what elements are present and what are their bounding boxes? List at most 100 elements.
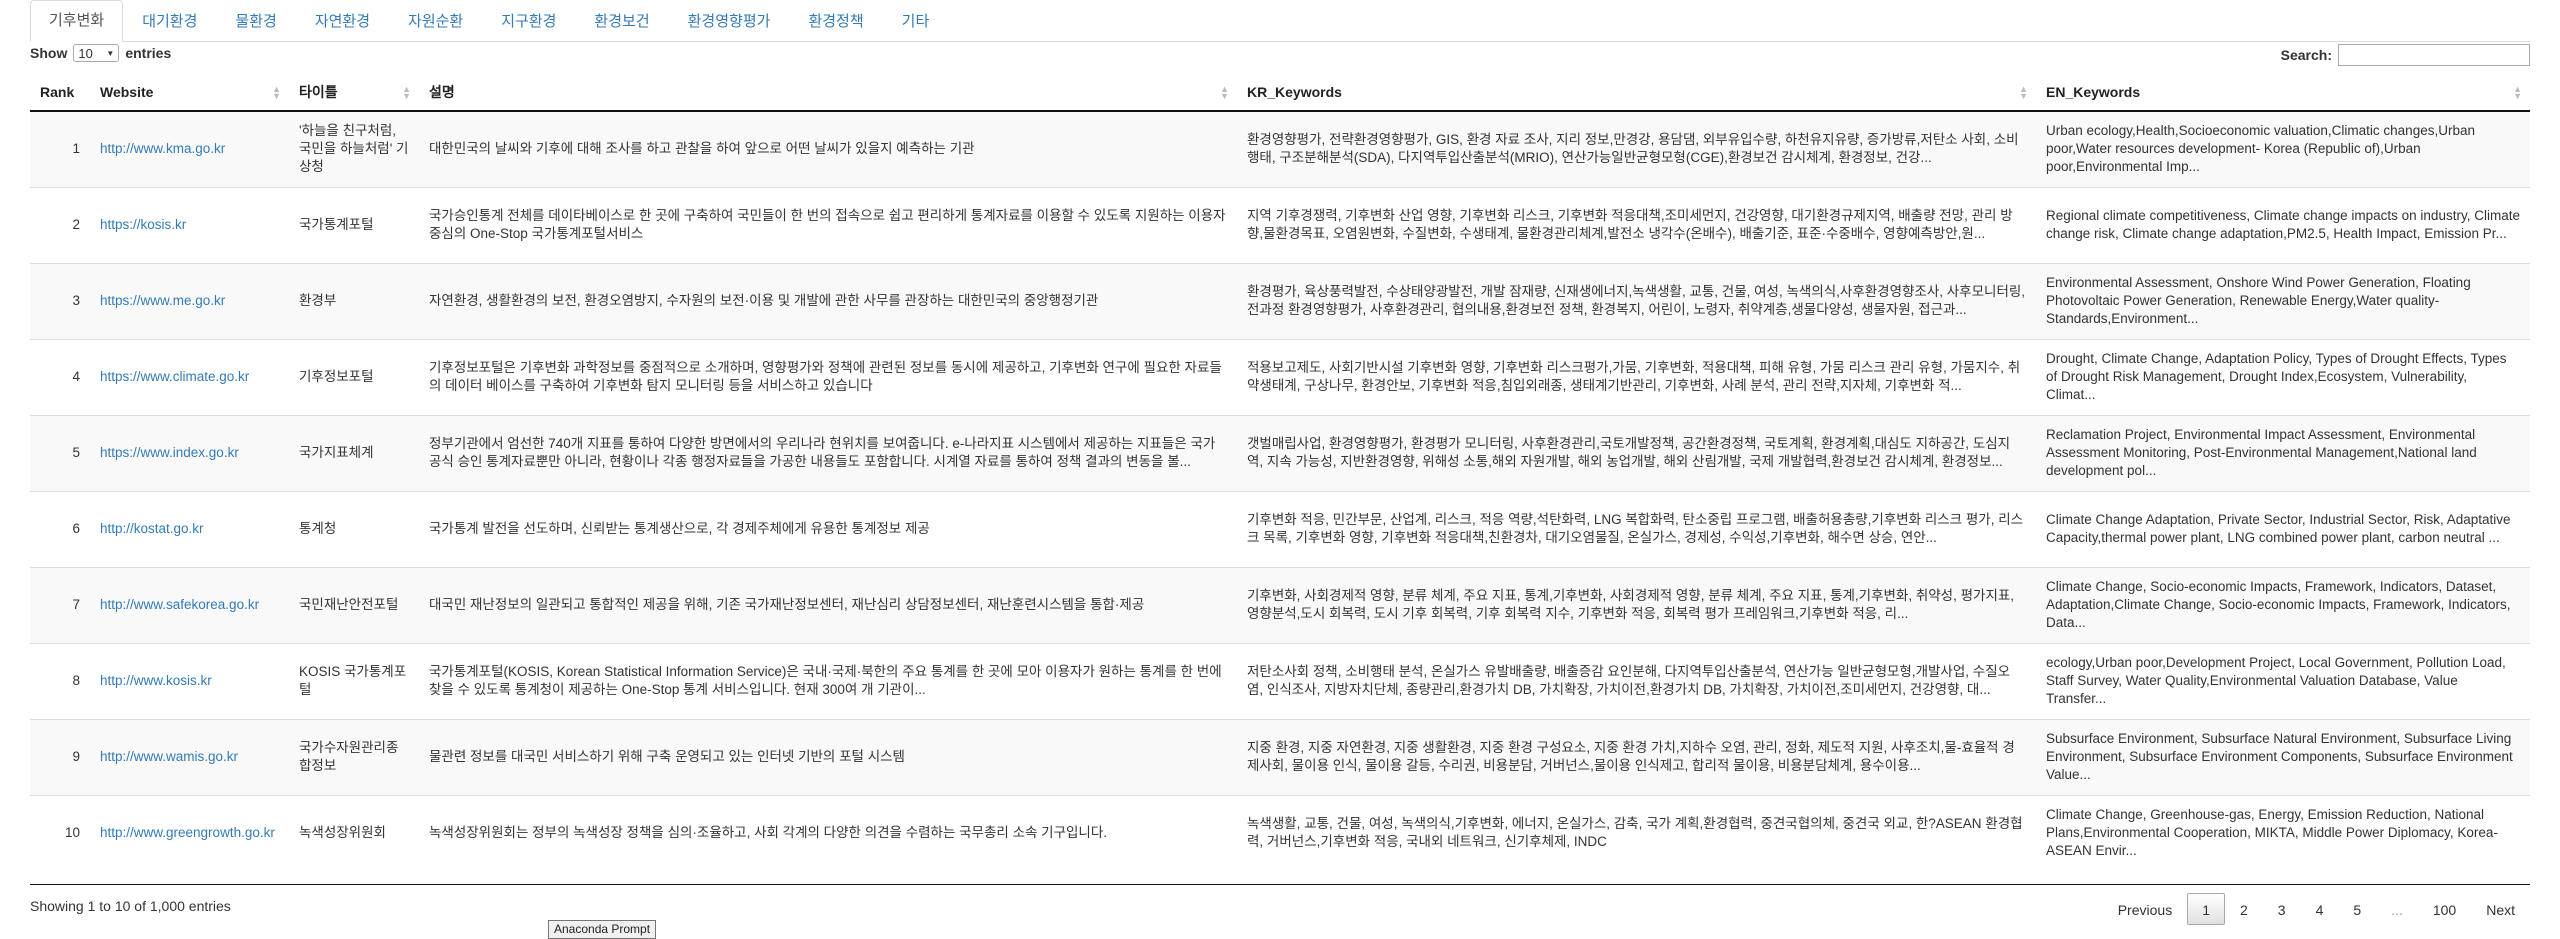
page-length-control: Show 10 ▼ entries (30, 44, 171, 62)
kr-keywords-cell: 저탄소사회 정책, 소비행태 분석, 온실가스 유발배출량, 배출증감 요인분해… (1237, 642, 2036, 719)
table-row[interactable]: 6 http://kostat.go.kr 통계청 국가통계 발전을 선도하며,… (30, 490, 2530, 567)
pagination-page-100[interactable]: 100 (2418, 893, 2471, 925)
sort-icon: ▲ ▼ (402, 84, 411, 101)
table-row[interactable]: 9 http://www.wamis.go.kr 국가수자원관리종합정보 물관련… (30, 718, 2530, 795)
table-row[interactable]: 7 http://www.safekorea.go.kr 국민재난안전포털 대국… (30, 566, 2530, 643)
en-keywords-text: Urban ecology,Health,Socioeconomic valua… (2046, 123, 2475, 175)
description-cell: 기후정보포털은 기후변화 과학정보를 중점적으로 소개하며, 영향평가와 정책에… (419, 338, 1237, 415)
en-keywords-text: Regional climate competitiveness, Climat… (2046, 208, 2520, 241)
title-cell: 국민재난안전포털 (289, 566, 419, 643)
website-link[interactable]: https://www.index.go.kr (90, 414, 289, 491)
description-cell: 물관련 정보를 대국민 서비스하기 위해 구축 운영되고 있는 인터넷 기반의 … (419, 718, 1237, 795)
pagination-page-1[interactable]: 1 (2187, 893, 2225, 925)
website-link[interactable]: http://www.safekorea.go.kr (90, 566, 289, 643)
table-row[interactable]: 10 http://www.greengrowth.go.kr 녹색성장위원회 … (30, 794, 2530, 871)
column-header-website[interactable]: Website ▲ ▼ (90, 74, 289, 112)
description-text: 국가통계포털(KOSIS, Korean Statistical Informa… (429, 664, 1222, 697)
description-text: 녹색성장위원회는 정부의 녹색성장 정책을 심의·조율하고, 사회 각계의 다양… (429, 825, 1108, 841)
tab-environmental-policy[interactable]: 환경정책 (789, 1, 882, 41)
website-link[interactable]: http://www.kma.go.kr (90, 110, 289, 187)
pagination-page-2[interactable]: 2 (2225, 893, 2263, 925)
category-tab-bar: 기후변화 대기환경 물환경 자연환경 자원순환 지구환경 환경보건 환경영향평가… (30, 0, 2530, 42)
en-keywords-cell: Urban ecology,Health,Socioeconomic valua… (2036, 110, 2530, 187)
description-cell: 자연환경, 생활환경의 보전, 환경오염방지, 수자원의 보전·이용 및 개발에… (419, 262, 1237, 339)
table-row[interactable]: 4 https://www.climate.go.kr 기후정보포털 기후정보포… (30, 338, 2530, 415)
pagination-next[interactable]: Next (2471, 893, 2530, 925)
column-header-kr-keywords[interactable]: KR_Keywords ▲ ▼ (1237, 74, 2036, 112)
website-link[interactable]: https://www.me.go.kr (90, 262, 289, 339)
column-header-rank[interactable]: Rank (30, 74, 90, 112)
kr-keywords-text: 지역 기후경쟁력, 기후변화 산업 영향, 기후변화 리스크, 기후변화 적응대… (1247, 208, 2013, 241)
table-row[interactable]: 3 https://www.me.go.kr 환경부 자연환경, 생활환경의 보… (30, 262, 2530, 339)
tab-resource-circulation[interactable]: 자원순환 (389, 1, 482, 41)
website-link[interactable]: https://kosis.kr (90, 186, 289, 263)
pagination-page-5[interactable]: 5 (2338, 893, 2376, 925)
column-header-label: 설명 (429, 84, 455, 100)
rank-cell: 3 (30, 262, 90, 339)
description-text: 국가통계 발전을 선도하며, 신뢰받는 통계생산으로, 각 경제주체에게 유용한… (429, 521, 930, 536)
search-label: Search: (2280, 47, 2332, 63)
tab-natural-environment[interactable]: 자연환경 (296, 1, 389, 41)
table-info: Showing 1 to 10 of 1,000 entries (30, 898, 231, 914)
pagination-ellipsis: ... (2391, 902, 2403, 918)
tab-global-environment[interactable]: 지구환경 (482, 1, 575, 41)
description-text: 물관련 정보를 대국민 서비스하기 위해 구축 운영되고 있는 인터넷 기반의 … (429, 749, 905, 764)
pagination-page-3[interactable]: 3 (2263, 893, 2301, 925)
tab-water-environment[interactable]: 물환경 (216, 1, 295, 41)
kr-keywords-cell: 녹색생활, 교통, 건물, 여성, 녹색의식,기후변화, 에너지, 온실가스, … (1237, 794, 2036, 871)
website-link[interactable]: https://www.climate.go.kr (90, 338, 289, 415)
kr-keywords-text: 지중 환경, 지중 자연환경, 지중 생활환경, 지중 환경 구성요소, 지중 … (1247, 740, 2015, 773)
tab-climate-change[interactable]: 기후변화 (30, 0, 124, 42)
pagination-previous[interactable]: Previous (2103, 893, 2187, 925)
title-cell: 국가통계포털 (289, 186, 419, 263)
kr-keywords-cell: 환경영향평가, 전략환경영향평가, GIS, 환경 자료 조사, 지리 정보,만… (1237, 110, 2036, 187)
sort-icon: ▲ ▼ (1220, 84, 1229, 101)
column-header-label: EN_Keywords (2046, 84, 2141, 100)
column-header-title[interactable]: 타이틀 ▲ ▼ (289, 74, 419, 112)
table-row[interactable]: 8 http://www.kosis.kr KOSIS 국가통계포털 국가통계포… (30, 642, 2530, 719)
en-keywords-text: Climate Change, Socio-economic Impacts, … (2046, 579, 2511, 630)
tab-other[interactable]: 기타 (883, 1, 949, 41)
table-row[interactable]: 1 http://www.kma.go.kr '하늘을 친구처럼, 국민을 하늘… (30, 110, 2530, 187)
kr-keywords-text: 저탄소사회 정책, 소비행태 분석, 온실가스 유발배출량, 배출증감 요인분해… (1247, 664, 2011, 697)
kr-keywords-cell: 갯벌매립사업, 환경영향평가, 환경평가 모니터링, 사후환경관리,국토개발정책… (1237, 414, 2036, 491)
search-input[interactable] (2338, 44, 2530, 66)
website-link[interactable]: http://www.kosis.kr (90, 642, 289, 719)
description-cell: 대국민 재난정보의 일관되고 통합적인 제공을 위해, 기존 국가재난정보센터,… (419, 566, 1237, 643)
en-keywords-text: ecology,Urban poor,Development Project, … (2046, 655, 2506, 706)
en-keywords-text: Drought, Climate Change, Adaptation Poli… (2046, 351, 2507, 402)
en-keywords-text: Environmental Assessment, Onshore Wind P… (2046, 275, 2471, 326)
tab-air-environment[interactable]: 대기환경 (123, 1, 216, 41)
website-link[interactable]: http://www.wamis.go.kr (90, 718, 289, 795)
table-row[interactable]: 2 https://kosis.kr 국가통계포털 국가승인통계 전체를 데이타… (30, 186, 2530, 263)
en-keywords-text: Climate Change Adaptation, Private Secto… (2046, 512, 2511, 545)
entries-select[interactable]: 10 ▼ (73, 44, 120, 62)
tab-environmental-impact-assessment[interactable]: 환경영향평가 (669, 1, 790, 41)
rank-cell: 1 (30, 110, 90, 187)
website-link[interactable]: http://kostat.go.kr (90, 490, 289, 567)
kr-keywords-cell: 지중 환경, 지중 자연환경, 지중 생활환경, 지중 환경 구성요소, 지중 … (1237, 718, 2036, 795)
description-cell: 대한민국의 날씨와 기후에 대해 조사를 하고 관찰을 하여 앞으로 어떤 날씨… (419, 110, 1237, 187)
taskbar-tooltip: Anaconda Prompt (548, 920, 657, 939)
chevron-down-icon: ▼ (106, 48, 115, 58)
pagination-page-4[interactable]: 4 (2301, 893, 2339, 925)
pagination: Previous 1 2 3 4 5 ... 100 Next (2103, 893, 2530, 925)
table-row[interactable]: 5 https://www.index.go.kr 국가지표체계 정부기관에서 … (30, 414, 2530, 491)
table-footer: Showing 1 to 10 of 1,000 entries Previou… (30, 884, 2530, 925)
kr-keywords-text: 환경영향평가, 전략환경영향평가, GIS, 환경 자료 조사, 지리 정보,만… (1247, 132, 2019, 166)
column-header-label: Website (100, 84, 154, 100)
rank-cell: 2 (30, 186, 90, 263)
column-header-en-keywords[interactable]: EN_Keywords ▲ ▼ (2036, 74, 2530, 112)
kr-keywords-cell: 적용보고제도, 사회기반시설 기후변화 영향, 기후변화 리스크평가,가뭄, 기… (1237, 338, 2036, 415)
en-keywords-cell: Drought, Climate Change, Adaptation Poli… (2036, 338, 2530, 415)
tab-environmental-health[interactable]: 환경보건 (575, 1, 668, 41)
description-text: 자연환경, 생활환경의 보전, 환경오염방지, 수자원의 보전·이용 및 개발에… (429, 293, 1099, 308)
website-link[interactable]: http://www.greengrowth.go.kr (90, 794, 289, 871)
show-label: Show (30, 45, 68, 61)
kr-keywords-cell: 기후변화, 사회경제적 영향, 분류 체계, 주요 지표, 통계,기후변화, 사… (1237, 566, 2036, 643)
kr-keywords-text: 기후변화 적응, 민간부문, 산업계, 리스크, 적응 역량,석탄화력, LNG… (1247, 512, 2024, 545)
sort-icon: ▲ ▼ (2513, 84, 2522, 101)
column-header-description[interactable]: 설명 ▲ ▼ (419, 74, 1237, 112)
table-controls: Show 10 ▼ entries Search: (30, 44, 2530, 66)
kr-keywords-text: 갯벌매립사업, 환경영향평가, 환경평가 모니터링, 사후환경관리,국토개발정책… (1247, 436, 2011, 469)
